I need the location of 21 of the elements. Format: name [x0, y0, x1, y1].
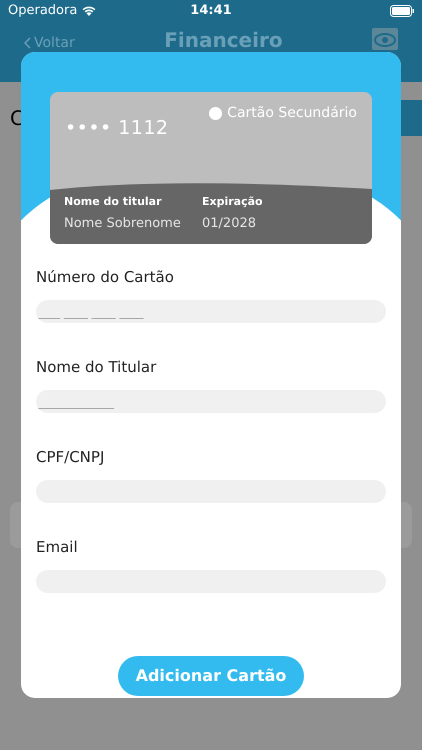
expiry-date: 01/2028 — [202, 214, 258, 232]
holder-label: Nome do titular — [64, 194, 163, 210]
add-card-button[interactable]: Adicionar Cartão — [118, 656, 304, 696]
input-field[interactable]: _____________ — [36, 390, 386, 413]
field-label: CPF/CNPJ — [36, 447, 106, 468]
card-type-label: Cartão Secundário — [227, 104, 357, 122]
chevron-left-icon — [24, 37, 31, 49]
holder-name: Nome Sobrenome — [64, 214, 182, 232]
battery-icon — [390, 5, 414, 17]
page-title: Financeiro — [164, 30, 283, 50]
wifi-icon — [81, 5, 98, 17]
field-label: Nome do Titular — [36, 357, 158, 378]
back-link[interactable]: Voltar — [24, 36, 75, 50]
field-label: Email — [36, 537, 79, 558]
field-label: Número do Cartão — [36, 267, 175, 288]
card-number: •••• 1112 — [65, 116, 168, 141]
carrier-name: Operadora — [8, 2, 78, 20]
circle-icon — [209, 106, 222, 120]
expiry-label: Expiração — [202, 194, 263, 210]
clock-time: 14:41 — [190, 2, 232, 20]
eye-icon[interactable] — [372, 28, 398, 50]
